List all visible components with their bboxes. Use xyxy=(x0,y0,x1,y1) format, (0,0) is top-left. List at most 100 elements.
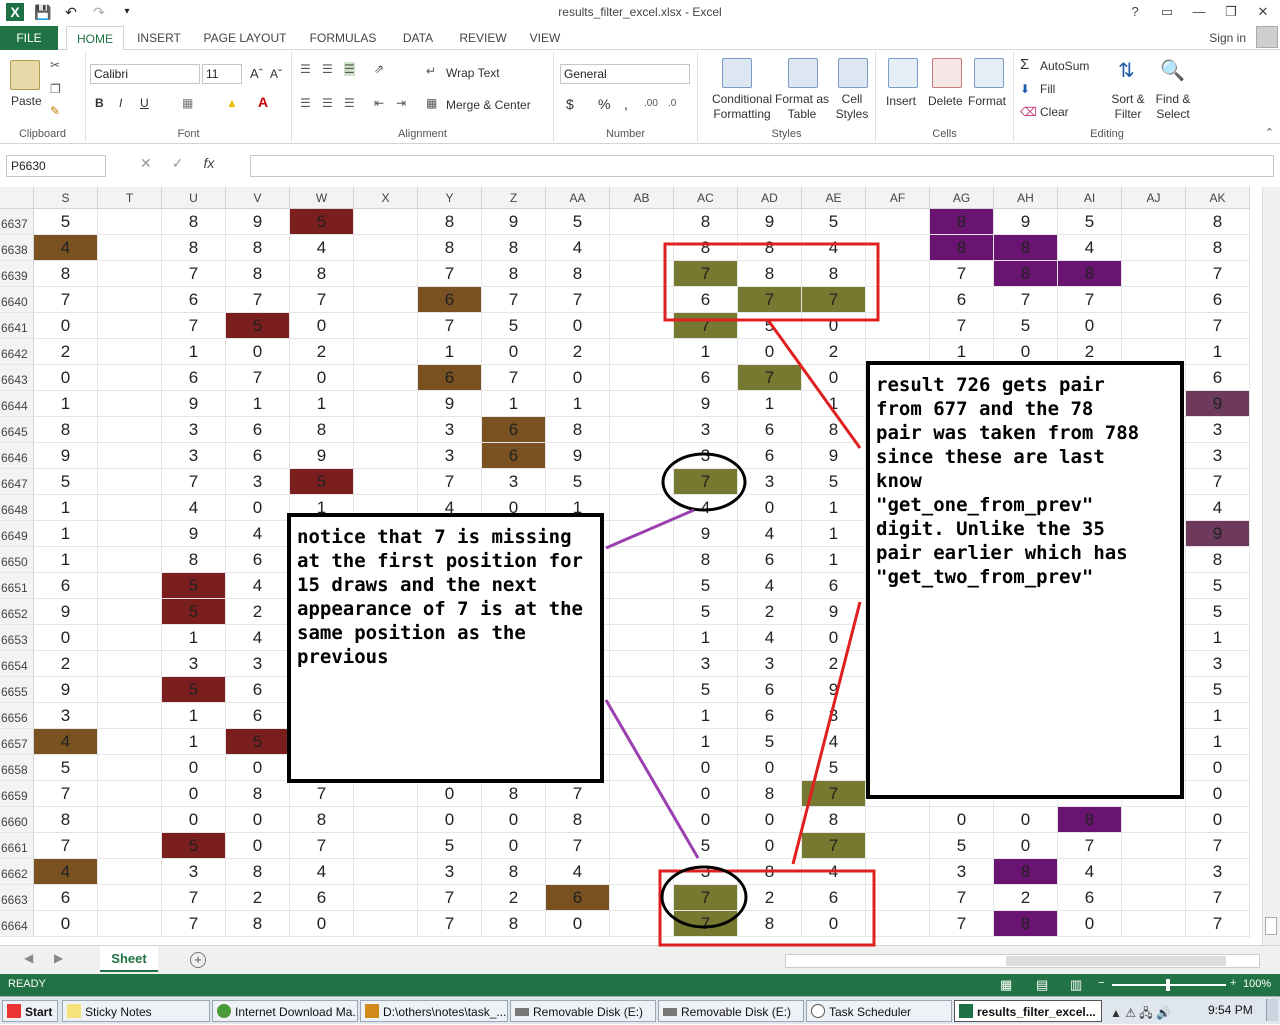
cell[interactable]: 0 xyxy=(34,313,98,339)
cell[interactable] xyxy=(610,521,674,547)
cell[interactable]: 0 xyxy=(738,807,802,833)
cell[interactable] xyxy=(610,859,674,885)
cell[interactable]: 5 xyxy=(162,599,226,625)
cell[interactable]: 2 xyxy=(802,651,866,677)
cell[interactable] xyxy=(1122,859,1186,885)
add-sheet-button[interactable]: + xyxy=(190,952,206,968)
row-header[interactable]: 6646 xyxy=(0,443,34,469)
horizontal-scroll-thumb[interactable] xyxy=(1006,956,1226,966)
cell[interactable]: 6 xyxy=(546,885,610,911)
cell[interactable]: 7 xyxy=(674,885,738,911)
cell[interactable]: 8 xyxy=(738,859,802,885)
row-header[interactable]: 6654 xyxy=(0,651,34,677)
cell[interactable]: 0 xyxy=(802,365,866,391)
cell-styles-button[interactable]: Cell Styles xyxy=(832,92,872,122)
vertical-scrollbar[interactable] xyxy=(1262,187,1280,945)
cell[interactable] xyxy=(354,339,418,365)
cell[interactable]: 4 xyxy=(546,235,610,261)
cell[interactable]: 1 xyxy=(1186,703,1250,729)
cell[interactable]: 7 xyxy=(1058,287,1122,313)
cell[interactable]: 8 xyxy=(482,911,546,937)
fill-color-icon[interactable]: ▲ xyxy=(226,96,238,110)
cell[interactable] xyxy=(354,469,418,495)
cell[interactable] xyxy=(610,391,674,417)
cell[interactable]: 6 xyxy=(34,573,98,599)
cell[interactable] xyxy=(98,599,162,625)
cell[interactable] xyxy=(354,781,418,807)
cell[interactable] xyxy=(98,781,162,807)
align-right-icon[interactable]: ☰ xyxy=(344,96,355,110)
start-button[interactable]: Start xyxy=(2,1000,58,1022)
align-bottom-icon[interactable]: ☰ xyxy=(344,62,355,76)
cell[interactable]: 6 xyxy=(482,417,546,443)
cell[interactable]: 2 xyxy=(290,339,354,365)
cell[interactable]: 1 xyxy=(34,495,98,521)
cell[interactable]: 8 xyxy=(482,261,546,287)
cell[interactable]: 8 xyxy=(930,209,994,235)
cell[interactable]: 9 xyxy=(34,677,98,703)
cell[interactable]: 4 xyxy=(1186,495,1250,521)
cell[interactable]: 8 xyxy=(226,235,290,261)
cell[interactable]: 7 xyxy=(674,911,738,937)
cell[interactable] xyxy=(866,911,930,937)
normal-view-icon[interactable]: ▦ xyxy=(1000,977,1012,993)
cell[interactable]: 8 xyxy=(162,547,226,573)
cell[interactable]: 9 xyxy=(674,521,738,547)
cell[interactable]: 0 xyxy=(1186,807,1250,833)
copy-icon[interactable]: ❐ xyxy=(50,82,61,96)
cell[interactable]: 5 xyxy=(930,833,994,859)
cell[interactable]: 4 xyxy=(34,859,98,885)
cell[interactable]: 9 xyxy=(290,443,354,469)
cell[interactable]: 3 xyxy=(674,859,738,885)
cell[interactable] xyxy=(354,859,418,885)
row-header[interactable]: 6641 xyxy=(0,313,34,339)
cell[interactable]: 7 xyxy=(546,781,610,807)
cell[interactable]: 7 xyxy=(290,833,354,859)
cell[interactable]: 0 xyxy=(226,339,290,365)
delete-cells-icon[interactable] xyxy=(932,58,962,88)
cell[interactable]: 8 xyxy=(482,859,546,885)
cell[interactable]: 8 xyxy=(290,807,354,833)
cell[interactable]: 0 xyxy=(34,911,98,937)
cell[interactable]: 6 xyxy=(162,287,226,313)
paste-icon[interactable] xyxy=(10,60,40,90)
cell[interactable]: 9 xyxy=(162,521,226,547)
enter-icon[interactable]: ✓ xyxy=(172,155,184,172)
cell[interactable] xyxy=(610,209,674,235)
cell[interactable]: 8 xyxy=(546,417,610,443)
cell[interactable]: 0 xyxy=(1186,755,1250,781)
row-header[interactable]: 6658 xyxy=(0,755,34,781)
cell[interactable]: 8 xyxy=(162,209,226,235)
cell[interactable] xyxy=(866,313,930,339)
cell[interactable]: 0 xyxy=(226,495,290,521)
column-header[interactable]: AB xyxy=(610,187,674,209)
cell[interactable]: 4 xyxy=(802,235,866,261)
cell[interactable] xyxy=(98,313,162,339)
tab-insert[interactable]: INSERT xyxy=(132,26,186,50)
currency-button[interactable]: $ xyxy=(566,96,574,112)
cell[interactable]: 5 xyxy=(674,573,738,599)
cell[interactable]: 2 xyxy=(994,885,1058,911)
cell[interactable] xyxy=(610,287,674,313)
cell[interactable]: 0 xyxy=(674,807,738,833)
cell[interactable]: 3 xyxy=(162,443,226,469)
cell[interactable] xyxy=(610,885,674,911)
font-name-combo[interactable]: Calibri xyxy=(90,64,200,84)
cell[interactable]: 7 xyxy=(1186,469,1250,495)
taskbar-item-removable-disk-2[interactable]: Removable Disk (E:) xyxy=(658,1000,804,1022)
cell[interactable] xyxy=(98,833,162,859)
cell[interactable] xyxy=(98,703,162,729)
cell[interactable]: 7 xyxy=(802,287,866,313)
column-header[interactable]: X xyxy=(354,187,418,209)
zoom-in-button[interactable]: + xyxy=(1230,977,1236,989)
cell[interactable] xyxy=(354,391,418,417)
cell[interactable]: 1 xyxy=(674,703,738,729)
cell[interactable] xyxy=(98,651,162,677)
cell[interactable] xyxy=(98,287,162,313)
cell[interactable]: 3 xyxy=(674,417,738,443)
taskbar-item-removable-disk-1[interactable]: Removable Disk (E:) xyxy=(510,1000,656,1022)
cell-styles-icon[interactable] xyxy=(838,58,868,88)
conditional-formatting-button[interactable]: Conditional Formatting xyxy=(704,92,780,122)
row-header[interactable]: 6637 xyxy=(0,209,34,235)
cell[interactable]: 9 xyxy=(738,209,802,235)
